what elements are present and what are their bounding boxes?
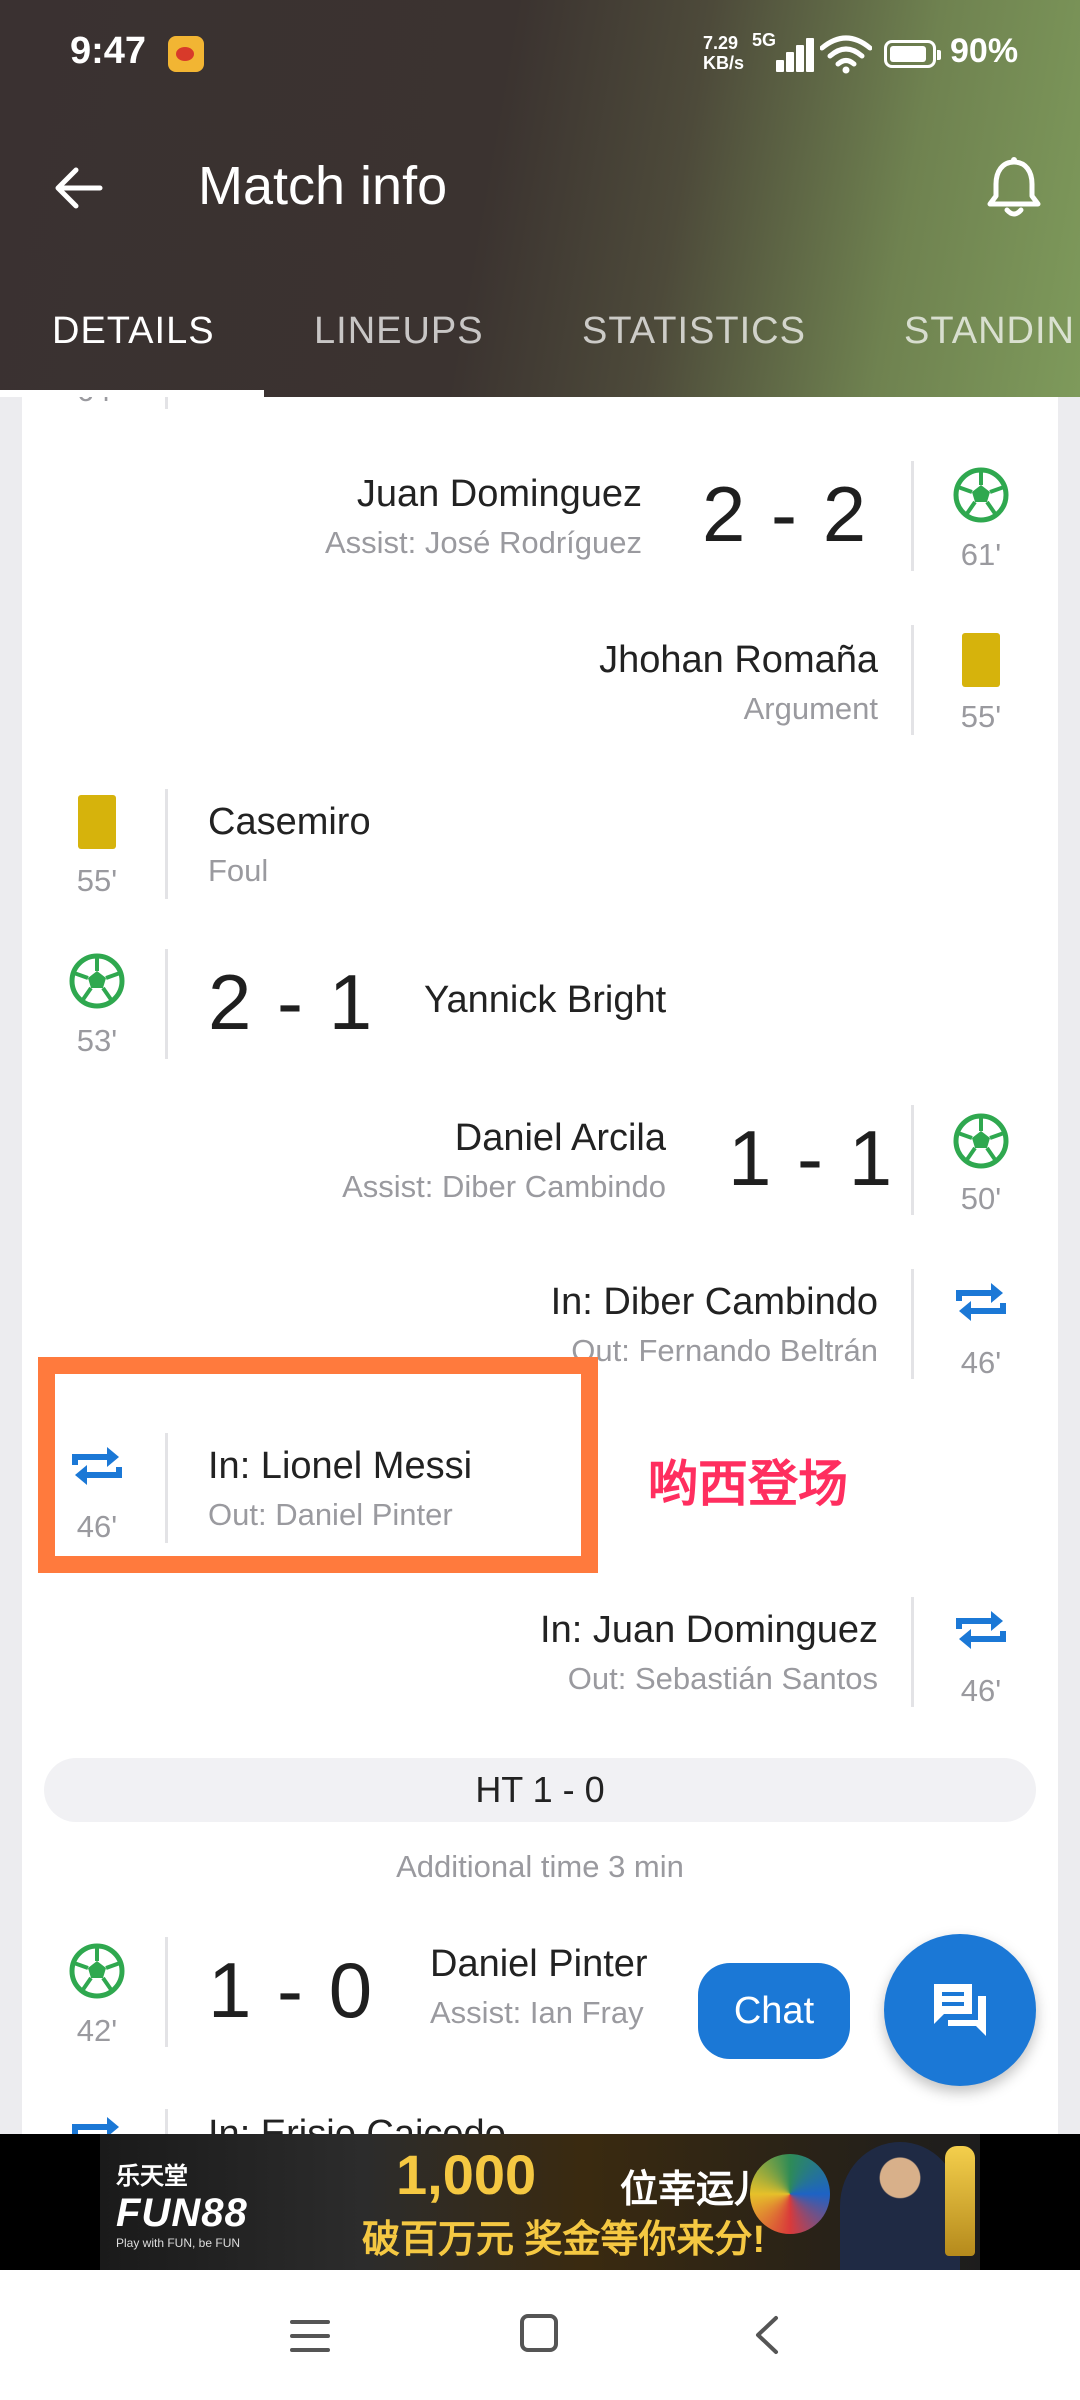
event-detail: Foul [208, 853, 269, 888]
home-icon[interactable] [520, 2314, 558, 2352]
status-time: 9:47 [70, 30, 147, 72]
highlight-box [38, 1357, 598, 1573]
ad-brand-top: 乐天堂 [116, 2163, 188, 2190]
soccer-ball-icon [69, 953, 125, 1009]
event-player: In: Juan Dominguez [540, 1609, 878, 1651]
event-player: In: Erisio Caicedo [208, 2113, 506, 2134]
soccer-ball-icon [69, 1943, 125, 1999]
timeline-divider [165, 2109, 168, 2134]
annotation-note: 哟西登场 [648, 1456, 848, 1512]
net-speed-unit: KB/s [703, 53, 745, 73]
yellow-card-icon [78, 795, 116, 849]
event-detail: Argument [743, 691, 878, 726]
event-score: 2 - 2 [702, 470, 869, 558]
back-arrow-icon[interactable] [48, 158, 108, 218]
timeline-divider [911, 1597, 914, 1707]
ad-subline: 破百万元 奖金等你来分! [362, 2219, 766, 2261]
substitution-icon [956, 1283, 1006, 1321]
app-header: 9:47 7.29 KB/s 5G 90% Match info DETAILS… [0, 0, 1080, 397]
soccer-ball-icon [953, 1113, 1009, 1169]
event-player: In: Diber Cambindo [550, 1281, 878, 1323]
bell-icon[interactable] [984, 156, 1044, 220]
ad-headline: 位幸运儿 [620, 2169, 773, 2211]
event-minute: 61' [960, 537, 1002, 572]
timeline-divider [165, 789, 168, 899]
event-player: Daniel Pinter [430, 1943, 648, 1985]
timeline-divider [911, 625, 914, 735]
event-minute: 42' [76, 2013, 118, 2048]
event-minute: 55' [76, 863, 118, 898]
weibo-notification-icon [168, 36, 204, 72]
event-score: 1 - 0 [208, 1946, 375, 2034]
status-bar: 9:47 7.29 KB/s 5G 90% [0, 0, 1080, 110]
tab-bar: DETAILS LINEUPS STATISTICS STANDIN [0, 300, 1080, 397]
wifi-icon [820, 35, 872, 74]
event-detail: Assist: Diber Cambindo [342, 1169, 666, 1204]
trophy-icon [945, 2146, 975, 2256]
battery-icon [884, 40, 941, 68]
halftime-divider: HT 1 - 0 [44, 1758, 1036, 1822]
net-speed: 7.29 KB/s [703, 33, 744, 73]
ad-banner[interactable]: 乐天堂 FUN88 Play with FUN, be FUN 1,000 位幸… [0, 2134, 1080, 2270]
event-player: Casemiro [208, 801, 371, 843]
ad-brand-logo: 乐天堂 FUN88 Play with FUN, be FUN [116, 2156, 248, 2250]
ad-ball-graphic [750, 2154, 830, 2234]
chat-fab[interactable] [884, 1934, 1036, 2086]
timeline-divider [165, 397, 168, 409]
battery-percent: 90% [950, 32, 1019, 70]
tab-lineups[interactable]: LINEUPS [314, 310, 484, 353]
timeline-divider [165, 1937, 168, 2047]
event-player: Juan Dominguez [356, 473, 642, 515]
tab-standings[interactable]: STANDIN [904, 310, 1075, 353]
timeline-divider [911, 1105, 914, 1215]
event-detail: Assist: José Rodríguez [324, 525, 642, 560]
ad-creative[interactable]: 乐天堂 FUN88 Play with FUN, be FUN 1,000 位幸… [100, 2134, 980, 2270]
recent-apps-icon[interactable] [288, 2318, 332, 2354]
chat-bubble-icon [934, 1984, 986, 2036]
yellow-card-icon [962, 633, 1000, 687]
substitution-icon [72, 2117, 119, 2134]
events-timeline: 64' Juan Dominguez Assist: José Rodrígue… [22, 397, 1058, 2134]
net-speed-value: 7.29 [703, 33, 739, 53]
ad-person-graphic [840, 2142, 960, 2270]
event-player: Daniel Arcila [454, 1117, 666, 1159]
event-score: 2 - 1 [208, 958, 375, 1046]
event-player: Jhohan Romaña [599, 639, 878, 681]
nav-back-icon[interactable] [752, 2314, 782, 2356]
signal-icon [764, 38, 814, 72]
ad-brand-name: FUN88 [116, 2191, 248, 2235]
chat-button[interactable]: Chat [698, 1963, 850, 2059]
event-minute: 46' [960, 1673, 1002, 1708]
event-player: Yannick Bright [424, 979, 667, 1021]
event-detail: Out: Sebastián Santos [567, 1661, 878, 1696]
event-minute: 46' [960, 1345, 1002, 1380]
system-nav-bar [0, 2270, 1080, 2400]
event-minute: 53' [76, 1023, 118, 1058]
tab-details[interactable]: DETAILS [52, 310, 215, 353]
event-detail: Assist: Ian Fray [430, 1995, 644, 2030]
ad-brand-tagline: Play with FUN, be FUN [116, 2236, 241, 2250]
page-title: Match info [198, 156, 448, 216]
timeline-divider [911, 461, 914, 571]
timeline-divider [165, 949, 168, 1059]
event-score: 1 - 1 [728, 1114, 895, 1202]
substitution-icon [956, 1611, 1006, 1649]
tab-statistics[interactable]: STATISTICS [582, 310, 806, 353]
event-minute: 64' [57, 397, 137, 409]
active-tab-indicator [0, 390, 264, 397]
event-detail: Out: Fernando Beltrán [571, 1333, 878, 1368]
ad-amount: 1,000 [396, 2143, 537, 2206]
timeline-divider [911, 1269, 914, 1379]
event-minute: 55' [960, 699, 1002, 734]
event-minute: 50' [960, 1181, 1002, 1216]
additional-time: Additional time 3 min [396, 1849, 684, 1884]
soccer-ball-icon [953, 467, 1009, 523]
